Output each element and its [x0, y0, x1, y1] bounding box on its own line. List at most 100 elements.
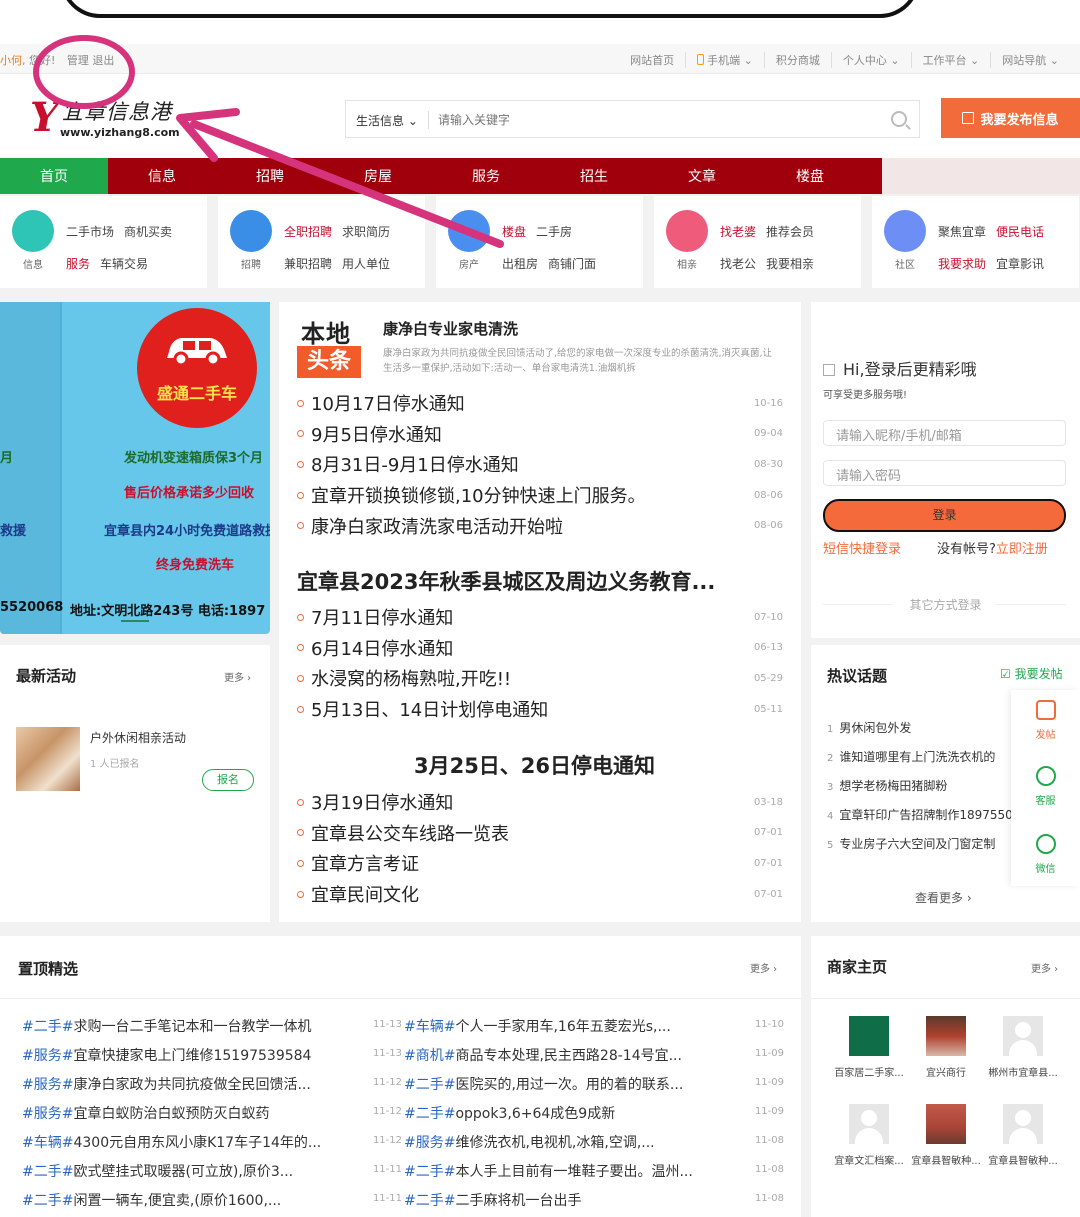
username-field[interactable]: 请输入昵称/手机/邮箱 — [823, 420, 1066, 446]
merchant-item[interactable]: 宜章县智敏种... — [906, 1104, 986, 1167]
category-link[interactable]: 我要相亲 — [766, 257, 814, 271]
signup-button[interactable]: 报名 — [202, 769, 254, 791]
news-item[interactable]: 宜章县公交车线路一览表 07-01 — [297, 818, 787, 849]
pinned-text[interactable]: 二手麻将机一台出手 — [455, 1190, 715, 1210]
pinned-item[interactable]: #二手# 欧式壁挂式取暖器(可立放),原价3... 11-11 — [22, 1161, 402, 1190]
login-button[interactable]: 登录 — [823, 499, 1066, 532]
pinned-text[interactable]: 个人一手家用车,16年五菱宏光s,... — [455, 1016, 715, 1036]
pinned-item[interactable]: #二手# 本人手上目前有一堆鞋子要出。温州... 11-08 — [404, 1161, 784, 1190]
news-title[interactable]: 5月13日、14日计划停电通知 — [311, 696, 787, 722]
username-link[interactable]: 小何, — [0, 54, 26, 67]
pinned-text[interactable]: 宜章白蚁防治白蚁预防灭白蚁药 — [73, 1103, 333, 1123]
category-link[interactable]: 求职简历 — [342, 225, 390, 239]
pinned-item[interactable]: #服务# 宜章快捷家电上门维修15197539584 11-13 — [22, 1045, 402, 1074]
pinned-tag[interactable]: #商机# — [404, 1048, 455, 1064]
search-icon[interactable] — [891, 111, 907, 127]
category-link[interactable]: 找老婆 — [720, 225, 756, 239]
topic-item[interactable]: 4 宜章轩印广告招牌制作18975500 — [827, 806, 1017, 835]
pinned-text[interactable]: 医院买的,用过一次。用的着的联系... — [455, 1074, 715, 1094]
merchant-name[interactable]: 宜章县智敏种... — [983, 1152, 1063, 1167]
news-item[interactable]: 9月5日停水通知 09-04 — [297, 419, 787, 450]
news-item[interactable]: 水浸窝的杨梅熟啦,开吃!! 05-29 — [297, 663, 787, 694]
search-category-select[interactable]: 生活信息 ⌄ — [356, 112, 418, 129]
top-link[interactable]: 网站首页 — [619, 52, 685, 68]
category-link[interactable]: 出租房 — [502, 257, 538, 271]
merchant-item[interactable]: 郴州市宜章县... — [983, 1016, 1063, 1079]
pinned-tag[interactable]: #二手# — [404, 1164, 455, 1180]
topic-title[interactable]: 想学老杨梅田猪脚粉 — [839, 779, 947, 793]
pinned-item[interactable]: #服务# 康净白家政为共同抗疫做全民回馈活... 11-12 — [22, 1074, 402, 1103]
pinned-text[interactable]: 4300元自用东风小康K17车子14年的... — [73, 1132, 333, 1152]
news-item[interactable]: 宜章民间文化 07-01 — [297, 879, 787, 910]
news-item[interactable]: 7月11日停水通知 07-10 — [297, 602, 787, 633]
top-link[interactable]: 个人中心 ⌄ — [830, 52, 911, 68]
pinned-more-link[interactable]: 更多 › — [750, 960, 777, 975]
news-title[interactable]: 宜章方言考证 — [311, 850, 787, 876]
pinned-text[interactable]: 本人手上目前有一堆鞋子要出。温州... — [455, 1161, 715, 1181]
activity-thumbnail[interactable] — [16, 727, 80, 791]
ad-banner[interactable]: 盛通二手车 发动机变速箱质保3个月 售后价格承诺多少回收 宜章县内24小时免费道… — [0, 302, 270, 634]
pinned-text[interactable]: 求购一台二手笔记本和一台教学一体机 — [73, 1016, 333, 1036]
pinned-tag[interactable]: #服务# — [22, 1077, 73, 1093]
activity-item-title[interactable]: 户外休闲相亲活动 — [90, 729, 186, 746]
news-item[interactable]: 3月19日停水通知 03-18 — [297, 787, 787, 818]
topic-item[interactable]: 5 专业房子六大空间及门窗定制 — [827, 835, 1017, 864]
nav-item[interactable]: 招聘 — [216, 158, 324, 194]
category-link[interactable]: 车辆交易 — [100, 257, 148, 271]
merchant-name[interactable]: 郴州市宜章县... — [983, 1064, 1063, 1079]
merchant-item[interactable]: 宜兴商行 — [906, 1016, 986, 1079]
merchant-name[interactable]: 宜章县智敏种... — [906, 1152, 986, 1167]
category-link[interactable]: 宜章影讯 — [996, 257, 1044, 271]
news-title[interactable]: 7月11日停水通知 — [311, 604, 787, 630]
pinned-item[interactable]: #商机# 商品专本处理,民主西路28-14号宜... 11-09 — [404, 1045, 784, 1074]
category-link[interactable]: 用人单位 — [342, 257, 390, 271]
pinned-item[interactable]: #服务# 维修洗衣机,电视机,冰箱,空调,... 11-08 — [404, 1132, 784, 1161]
password-field[interactable]: 请输入密码 — [823, 460, 1066, 486]
pinned-text[interactable]: 宜章快捷家电上门维修15197539584 — [73, 1045, 333, 1065]
manage-link[interactable]: 管理 — [67, 54, 89, 67]
house-icon[interactable] — [448, 210, 490, 252]
post-topic-link[interactable]: ☑ 我要发帖 — [1000, 665, 1063, 682]
pinned-item[interactable]: #二手# oppok3,6+64成色9成新 11-09 — [404, 1103, 784, 1132]
category-link[interactable]: 楼盘 — [502, 225, 526, 239]
float-wechat-button[interactable]: 微信 — [1011, 834, 1080, 875]
news-title[interactable]: 宜章开锁换锁修锁,10分钟快速上门服务。 — [311, 482, 787, 508]
nav-item[interactable]: 房屋 — [324, 158, 432, 194]
merchant-name[interactable]: 百家居二手家... — [829, 1064, 909, 1079]
other-login-methods[interactable]: 其它方式登录 — [811, 596, 1080, 613]
publish-info-button[interactable]: 我要发布信息 — [941, 98, 1080, 138]
float-service-button[interactable]: 客服 — [1011, 766, 1080, 807]
nav-item[interactable]: 楼盘 — [756, 158, 864, 194]
nav-item[interactable]: 服务 — [432, 158, 540, 194]
news-title[interactable]: 6月14日停水通知 — [311, 635, 787, 661]
pinned-tag[interactable]: #二手# — [22, 1193, 73, 1209]
pinned-text[interactable]: 康净白家政为共同抗疫做全民回馈活... — [73, 1074, 333, 1094]
category-link[interactable]: 二手房 — [536, 225, 572, 239]
headline-title[interactable]: 康净白专业家电清洗 — [383, 318, 518, 339]
topic-item[interactable]: 1 男休闲包外发 — [827, 719, 1017, 748]
pinned-text[interactable]: 闲置一辆车,便宜卖,(原价1600,... — [73, 1190, 333, 1210]
category-link[interactable]: 便民电话 — [996, 225, 1044, 239]
pinned-tag[interactable]: #服务# — [404, 1135, 455, 1151]
news-item[interactable]: 10月17日停水通知 10-16 — [297, 388, 787, 419]
nav-item[interactable]: 招生 — [540, 158, 648, 194]
carousel-indicator[interactable] — [121, 620, 149, 622]
top-link[interactable]: 工作平台 ⌄ — [910, 52, 991, 68]
category-link[interactable]: 全职招聘 — [284, 225, 332, 239]
recruit-icon[interactable] — [230, 210, 272, 252]
nav-item[interactable]: 信息 — [108, 158, 216, 194]
news-title[interactable]: 8月31日-9月1日停水通知 — [311, 451, 787, 477]
category-link[interactable]: 二手市场 — [66, 225, 114, 239]
top-link[interactable]: 手机端 ⌄ — [685, 52, 764, 68]
news-item[interactable]: 宜章开锁换锁修锁,10分钟快速上门服务。 08-06 — [297, 480, 787, 511]
category-link[interactable]: 找老公 — [720, 257, 756, 271]
category-link[interactable]: 我要求助 — [938, 257, 986, 271]
merchant-avatar[interactable] — [1003, 1016, 1043, 1056]
category-link[interactable]: 服务 — [66, 257, 90, 271]
news-item[interactable]: 6月14日停水通知 06-13 — [297, 633, 787, 664]
news-feature-title-2[interactable]: 3月25日、26日停电通知 — [297, 750, 772, 780]
pinned-tag[interactable]: #车辆# — [22, 1135, 73, 1151]
pinned-item[interactable]: #车辆# 个人一手家用车,16年五菱宏光s,... 11-10 — [404, 1016, 784, 1045]
news-title[interactable]: 10月17日停水通知 — [311, 390, 787, 416]
pinned-tag[interactable]: #车辆# — [404, 1019, 455, 1035]
